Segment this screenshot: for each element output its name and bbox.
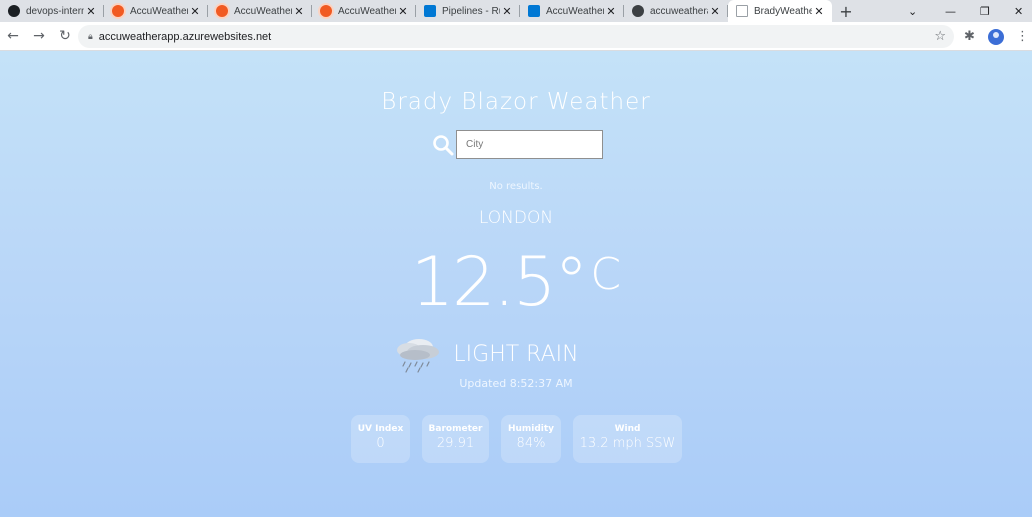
condition-text: LIGHT RAIN — [453, 341, 579, 367]
stat-barometer: Barometer 29.91 — [422, 415, 489, 463]
address-bar[interactable]: 🔒︎ accuweatherapp.azurewebsites.net ☆ — [78, 25, 954, 48]
stat-uv-index: UV Index 0 — [351, 415, 410, 463]
tab-title: devops-intern — [26, 5, 84, 17]
stat-wind: Wind 13.2 mph SSW — [573, 415, 682, 463]
globe-icon — [632, 5, 644, 17]
temperature-row: 12.5° C — [0, 249, 1032, 317]
search-icon[interactable] — [432, 134, 454, 156]
city-name: LONDON — [478, 208, 554, 228]
restore-icon[interactable]: ❐ — [980, 0, 990, 22]
city-search-input[interactable] — [456, 130, 603, 159]
close-tab-icon[interactable]: ✕ — [292, 5, 306, 18]
tab-title: AccuWeather — [546, 5, 604, 17]
avatar-icon — [988, 28, 1004, 45]
tab-strip: devops-intern ✕ AccuWeather ✕ AccuWeathe… — [0, 0, 1032, 22]
minimize-icon[interactable]: — — [945, 0, 956, 22]
document-icon — [736, 5, 748, 17]
tab-title: Pipelines - Ru — [442, 5, 500, 17]
tab-title: BradyWeathe — [754, 5, 812, 17]
close-tab-icon[interactable]: ✕ — [604, 5, 618, 18]
menu-kebab-icon[interactable]: ⋮ — [1016, 22, 1029, 51]
stat-value: 0 — [376, 436, 385, 451]
updated-timestamp: Updated 8:52:37 AM — [459, 377, 573, 390]
stat-label: Barometer — [428, 424, 483, 434]
url-text: accuweatherapp.azurewebsites.net — [98, 30, 272, 43]
app-title: Brady Blazor Weather — [381, 89, 651, 115]
reload-icon[interactable]: ↻ — [52, 28, 78, 44]
tab-title: AccuWeather — [338, 5, 396, 17]
github-icon — [8, 5, 20, 17]
stat-label: UV Index — [357, 424, 404, 434]
weather-page: Brady Blazor Weather No results. LONDON … — [0, 51, 1032, 517]
stat-value: 29.91 — [436, 436, 475, 451]
accuweather-icon — [112, 5, 124, 17]
stat-label: Wind — [614, 424, 641, 434]
condition-row: LIGHT RAIN — [0, 335, 1032, 373]
stat-value: 13.2 mph SSW — [579, 436, 676, 451]
close-tab-icon[interactable]: ✕ — [396, 5, 410, 18]
tab-accuweathera[interactable]: accuweathera ✕ — [624, 0, 728, 22]
azure-devops-icon — [424, 5, 436, 17]
close-tab-icon[interactable]: ✕ — [500, 5, 514, 18]
close-window-icon[interactable]: ✕ — [1014, 0, 1023, 22]
tab-title: accuweathera — [650, 5, 708, 17]
bookmark-star-icon[interactable]: ☆ — [934, 29, 946, 44]
tab-accuweather-1[interactable]: AccuWeather ✕ — [104, 0, 208, 22]
search-no-results: No results. — [489, 181, 543, 192]
close-tab-icon[interactable]: ✕ — [708, 5, 722, 18]
temperature-value: 12.5° — [410, 243, 588, 322]
tab-accuweather-2[interactable]: AccuWeather ✕ — [208, 0, 312, 22]
accuweather-icon — [320, 5, 332, 17]
azure-devops-icon — [528, 5, 540, 17]
lock-icon[interactable]: 🔒︎ — [88, 32, 93, 42]
back-icon[interactable]: ← — [0, 28, 26, 44]
tab-pipelines[interactable]: Pipelines - Ru ✕ — [416, 0, 520, 22]
tab-bradyweather[interactable]: BradyWeathe ✕ — [728, 0, 832, 22]
accuweather-icon — [216, 5, 228, 17]
tab-title: AccuWeather — [234, 5, 292, 17]
forward-icon[interactable]: → — [26, 28, 52, 44]
tab-search-icon[interactable]: ⌄ — [908, 0, 917, 22]
tab-devops-intern[interactable]: devops-intern ✕ — [0, 0, 104, 22]
rain-cloud-icon — [397, 339, 440, 373]
browser-toolbar: ← → ↻ 🔒︎ accuweatherapp.azurewebsites.ne… — [0, 22, 1032, 51]
tab-accuweather-3[interactable]: AccuWeather ✕ — [312, 0, 416, 22]
stat-humidity: Humidity 84% — [501, 415, 561, 463]
temperature-unit: C — [590, 249, 622, 300]
stats-row: UV Index 0 Barometer 29.91 Humidity 84% … — [351, 415, 682, 463]
stat-label: Humidity — [507, 424, 555, 434]
tab-accuweather-ado[interactable]: AccuWeather ✕ — [520, 0, 624, 22]
close-tab-icon[interactable]: ✕ — [812, 5, 826, 18]
stat-value: 84% — [516, 436, 546, 451]
close-tab-icon[interactable]: ✕ — [84, 5, 98, 18]
extensions-icon[interactable]: ✱ — [964, 22, 975, 51]
new-tab-button[interactable]: + — [832, 0, 860, 22]
close-tab-icon[interactable]: ✕ — [188, 5, 202, 18]
profile-avatar[interactable] — [988, 22, 1004, 51]
tab-title: AccuWeather — [130, 5, 188, 17]
search-row — [432, 130, 603, 159]
